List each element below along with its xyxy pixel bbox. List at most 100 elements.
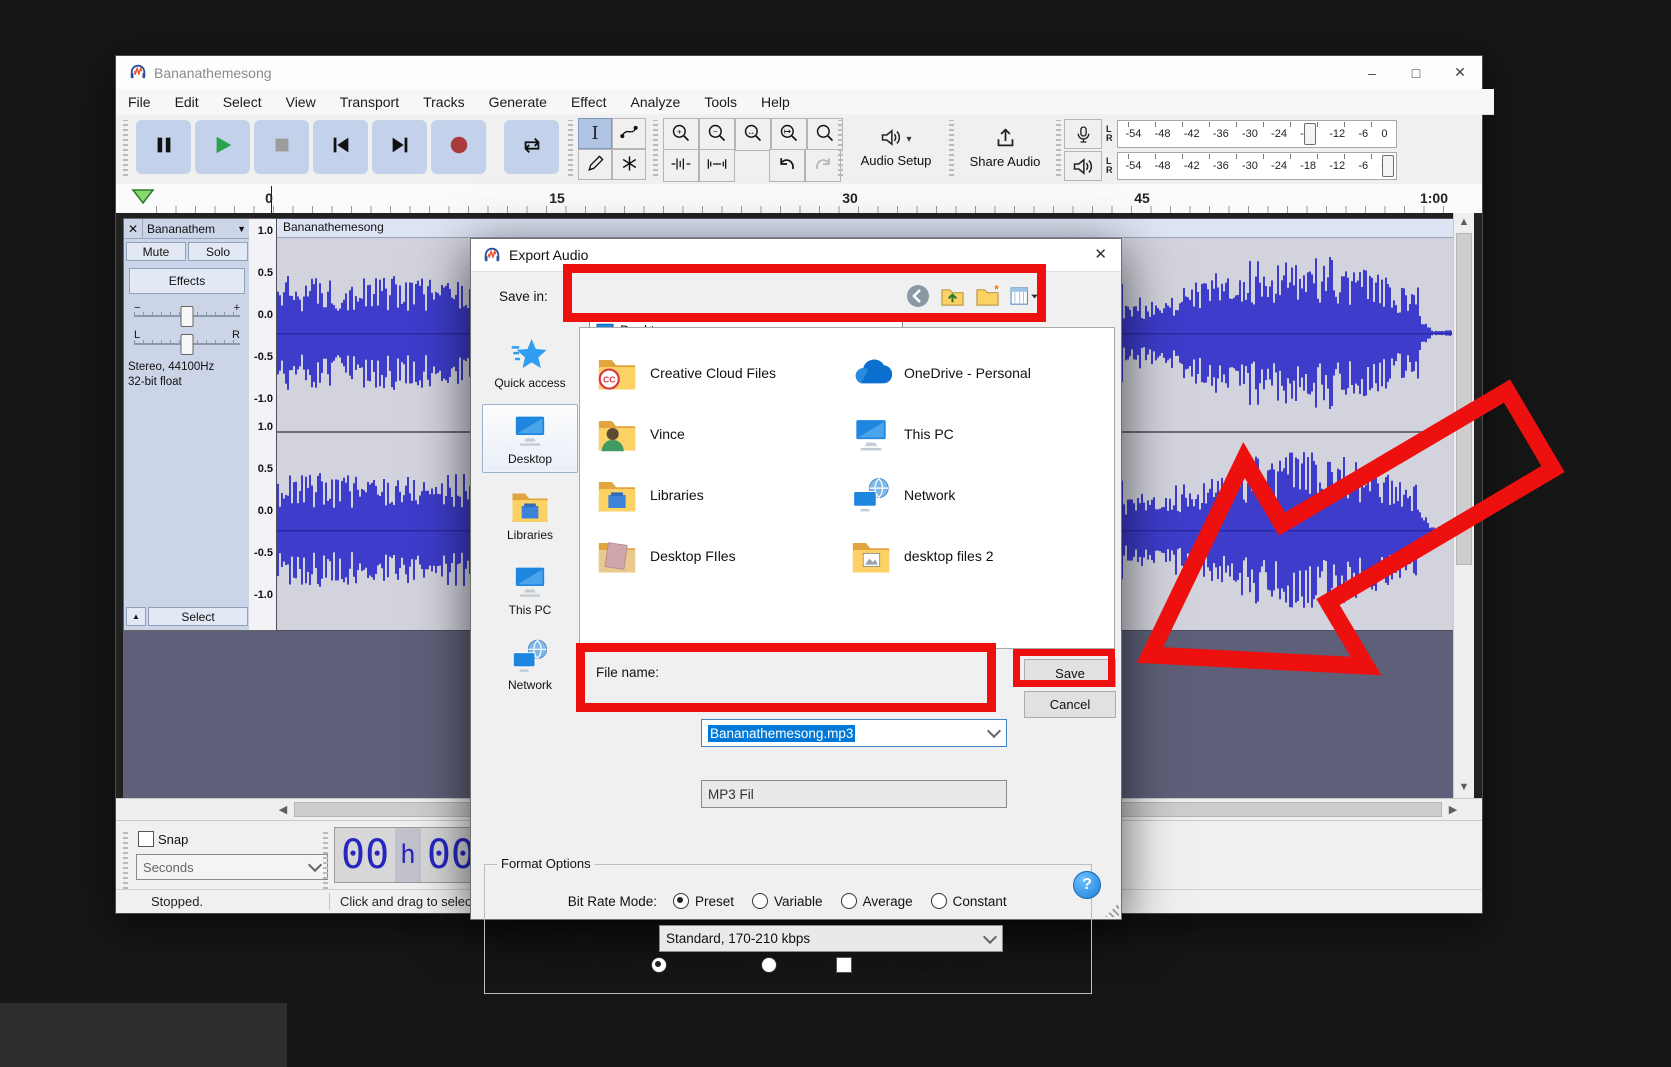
quality-select[interactable]: Standard, 170-210 kbps <box>659 925 1003 952</box>
toolbar-gripper[interactable] <box>123 831 128 889</box>
time-display[interactable]: 00h00 <box>334 827 482 883</box>
radio-icon[interactable] <box>931 893 947 909</box>
scroll-left-icon[interactable]: ◀ <box>274 799 292 820</box>
menu-edit[interactable]: Edit <box>175 94 199 110</box>
radio-icon[interactable] <box>841 893 857 909</box>
close-icon[interactable]: ✕ <box>1438 56 1482 89</box>
menu-view[interactable]: View <box>286 94 316 110</box>
microphone-icon[interactable] <box>1064 119 1102 149</box>
loop-region-icon[interactable] <box>130 188 156 211</box>
bitrate-option-average[interactable]: Average <box>841 893 913 909</box>
bitrate-option-variable[interactable]: Variable <box>752 893 823 909</box>
speaker-icon[interactable] <box>1064 151 1102 181</box>
snap-checkbox[interactable] <box>138 831 154 847</box>
playback-meter[interactable]: LR -54-48-42-36-30-24-18-12-60 <box>1064 151 1397 181</box>
snap-control[interactable]: Snap <box>138 831 188 847</box>
pan-slider[interactable] <box>134 340 240 348</box>
help-button[interactable]: ? <box>1073 871 1101 899</box>
views-menu-icon[interactable] <box>1010 285 1039 313</box>
file-item[interactable]: Desktop FIles <box>596 525 850 586</box>
track-name-button[interactable]: Bananathem▼ <box>143 219 250 238</box>
up-folder-icon[interactable] <box>940 285 965 313</box>
zoom-out-button[interactable]: − <box>699 118 735 151</box>
track-close-button[interactable]: ✕ <box>124 219 143 238</box>
toolbar-gripper[interactable] <box>323 831 328 889</box>
radio-icon[interactable] <box>761 957 777 973</box>
skip-end-button[interactable] <box>372 120 427 174</box>
file-item[interactable]: Libraries <box>596 464 850 525</box>
zoom-selection-button[interactable]: ↔ <box>735 118 771 151</box>
selection-tool-button[interactable]: I <box>578 118 612 149</box>
place-quick-access[interactable]: Quick access <box>482 329 578 396</box>
place-desktop[interactable]: Desktop <box>482 404 578 473</box>
resize-grip[interactable] <box>1105 903 1119 917</box>
file-item[interactable]: Vince <box>596 403 850 464</box>
menu-tracks[interactable]: Tracks <box>423 94 464 110</box>
bitrate-option-preset[interactable]: Preset <box>673 893 734 909</box>
skip-start-button[interactable] <box>313 120 368 174</box>
zoom-fit-button[interactable]: ↦ <box>771 118 807 151</box>
file-item[interactable]: Network <box>850 464 1104 525</box>
audio-setup-button[interactable]: ▾ Audio Setup <box>848 120 944 176</box>
bitrate-option-constant[interactable]: Constant <box>931 893 1007 909</box>
vertical-scroll-thumb[interactable] <box>1456 233 1472 565</box>
file-item[interactable]: This PC <box>850 403 1104 464</box>
zoom-in-button[interactable]: + <box>663 118 699 151</box>
radio-icon[interactable] <box>651 957 667 973</box>
menu-analyze[interactable]: Analyze <box>631 94 681 110</box>
maximize-icon[interactable]: □ <box>1394 56 1438 89</box>
menu-help[interactable]: Help <box>761 94 790 110</box>
share-audio-button[interactable]: Share Audio <box>959 120 1051 176</box>
recording-meter[interactable]: LR -54-48-42-36-30-24-18-12-60 <box>1064 119 1397 149</box>
toolbar-gripper[interactable] <box>653 120 658 176</box>
dialog-close-icon[interactable]: ✕ <box>1094 245 1107 263</box>
force-mono-option[interactable]: Force export to mono <box>836 957 986 973</box>
pause-button[interactable] <box>136 120 191 174</box>
file-item[interactable]: CCCreative Cloud Files <box>596 342 850 403</box>
draw-tool-button[interactable] <box>578 149 612 180</box>
place-libraries[interactable]: Libraries <box>482 481 578 548</box>
channel-option-stereo[interactable]: Stereo <box>761 957 823 973</box>
scroll-up-icon[interactable]: ▲ <box>1454 213 1474 231</box>
undo-button[interactable] <box>769 149 805 182</box>
silence-audio-button[interactable] <box>699 149 735 182</box>
loop-button[interactable] <box>504 120 559 174</box>
meter-slider-thumb[interactable] <box>1304 123 1316 145</box>
meter-slider-thumb[interactable] <box>1382 155 1394 177</box>
scroll-down-icon[interactable]: ▼ <box>1454 778 1474 796</box>
file-list[interactable]: CCCreative Cloud FilesOneDrive - Persona… <box>579 327 1115 649</box>
menu-effect[interactable]: Effect <box>571 94 607 110</box>
place-this-pc[interactable]: This PC <box>482 556 578 623</box>
file-item[interactable]: OneDrive - Personal <box>850 342 1104 403</box>
toolbar-gripper[interactable] <box>123 120 128 176</box>
vertical-scale-ruler[interactable]: 1.00.50.0-0.5-1.0 1.00.50.0-0.5-1.0 <box>249 218 276 631</box>
file-item[interactable]: desktop files 2 <box>850 525 1104 586</box>
toolbar-gripper[interactable] <box>1056 120 1061 176</box>
vertical-scrollbar[interactable]: ▲ ▼ <box>1453 213 1474 798</box>
new-folder-icon[interactable]: * <box>975 285 1000 313</box>
solo-button[interactable]: Solo <box>188 242 248 261</box>
timeline-ruler[interactable]: 01530451:00 <box>116 184 1482 214</box>
stop-button[interactable] <box>254 120 309 174</box>
play-button[interactable] <box>195 120 250 174</box>
cancel-button[interactable]: Cancel <box>1024 691 1116 718</box>
minimize-icon[interactable]: – <box>1350 56 1394 89</box>
menu-select[interactable]: Select <box>223 94 262 110</box>
menu-transport[interactable]: Transport <box>340 94 399 110</box>
collapse-track-button[interactable]: ▲ <box>126 607 146 626</box>
file-name-input[interactable]: Bananathemesong.mp3 <box>701 719 1007 747</box>
menu-tools[interactable]: Tools <box>704 94 737 110</box>
radio-icon[interactable] <box>673 893 689 909</box>
save-button[interactable]: Save <box>1024 659 1116 687</box>
channel-option-joint-stereo[interactable]: Joint Stereo <box>651 957 745 973</box>
menu-generate[interactable]: Generate <box>489 94 547 110</box>
toolbar-gripper[interactable] <box>838 120 843 176</box>
trim-audio-button[interactable] <box>663 149 699 182</box>
toolbar-gripper[interactable] <box>949 120 954 176</box>
redo-button[interactable] <box>805 149 841 182</box>
toolbar-gripper[interactable] <box>568 120 573 176</box>
back-icon[interactable] <box>906 284 930 313</box>
radio-icon[interactable] <box>752 893 768 909</box>
envelope-tool-button[interactable] <box>612 118 646 149</box>
place-network[interactable]: Network <box>482 631 578 698</box>
